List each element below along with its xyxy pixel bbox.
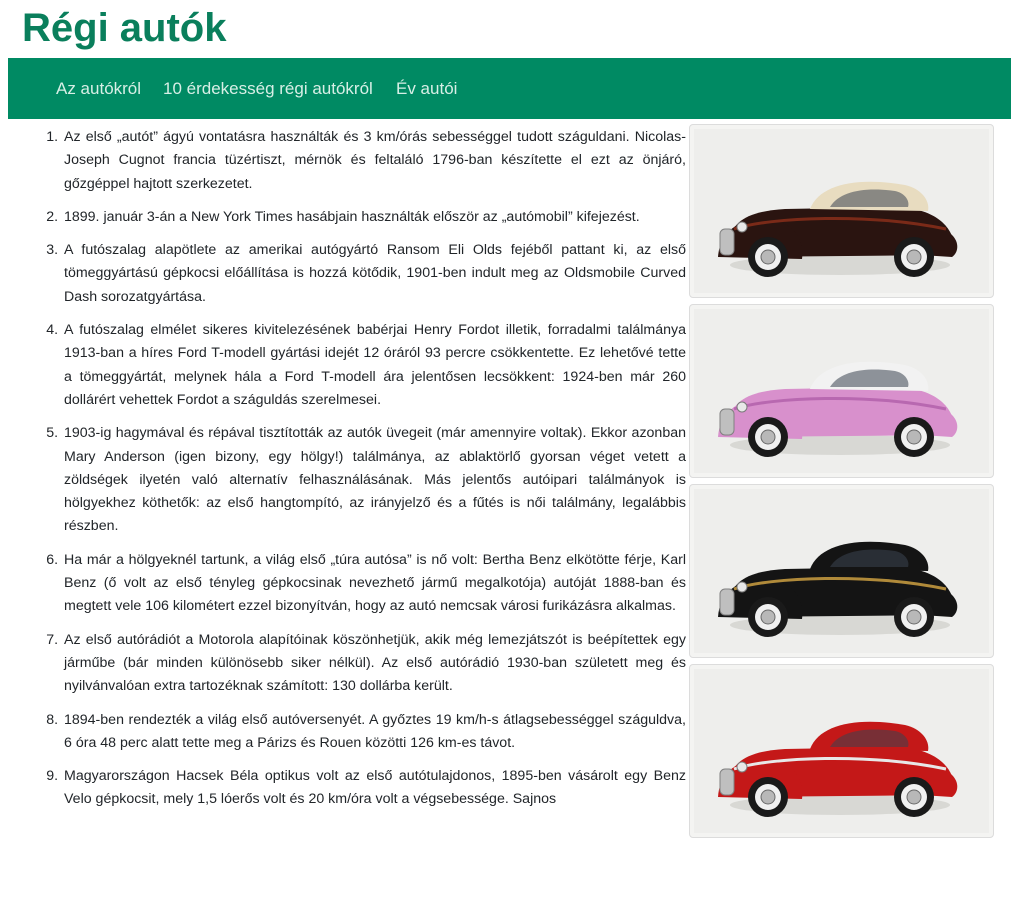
vintage-car-dark-brown-icon bbox=[718, 181, 958, 277]
nav-link-cars-of-the-year[interactable]: Év autói bbox=[396, 79, 457, 99]
vintage-car-black-icon bbox=[718, 541, 958, 637]
nav-link-10-facts[interactable]: 10 érdekesség régi autókról bbox=[163, 79, 373, 99]
fact-item-6: Ha már a hölgyeknél tartunk, a világ els… bbox=[62, 549, 686, 619]
car-gallery bbox=[689, 124, 996, 844]
fact-item-1: Az első „autót” ágyú vontatásra használt… bbox=[62, 126, 686, 196]
fact-item-5: 1903-ig hagymával és répával tisztítottá… bbox=[62, 422, 686, 538]
facts-list: Az első „autót” ágyú vontatásra használt… bbox=[33, 126, 686, 822]
fact-item-9: Magyarországon Hacsek Béla optikus volt … bbox=[62, 765, 686, 812]
fact-item-7: Az első autórádiót a Motorola alapítóina… bbox=[62, 629, 686, 699]
main-navbar: Az autókról 10 érdekesség régi autókról … bbox=[8, 58, 1011, 119]
car-image-card bbox=[689, 484, 994, 658]
car-image-card bbox=[689, 124, 994, 298]
nav-link-about-cars[interactable]: Az autókról bbox=[56, 79, 141, 99]
vintage-car-pink-icon bbox=[718, 361, 958, 457]
fact-item-8: 1894-ben rendezték a világ első autóvers… bbox=[62, 709, 686, 756]
site-title: Régi autók bbox=[22, 6, 227, 50]
fact-item-3: A futószalag alapötlete az amerikai autó… bbox=[62, 239, 686, 309]
car-image-card bbox=[689, 304, 994, 478]
car-image-card bbox=[689, 664, 994, 838]
vintage-car-red-icon bbox=[718, 721, 958, 817]
fact-item-2: 1899. január 3-án a New York Times hasáb… bbox=[62, 206, 686, 229]
fact-item-4: A futószalag elmélet sikeres kivitelezés… bbox=[62, 319, 686, 412]
